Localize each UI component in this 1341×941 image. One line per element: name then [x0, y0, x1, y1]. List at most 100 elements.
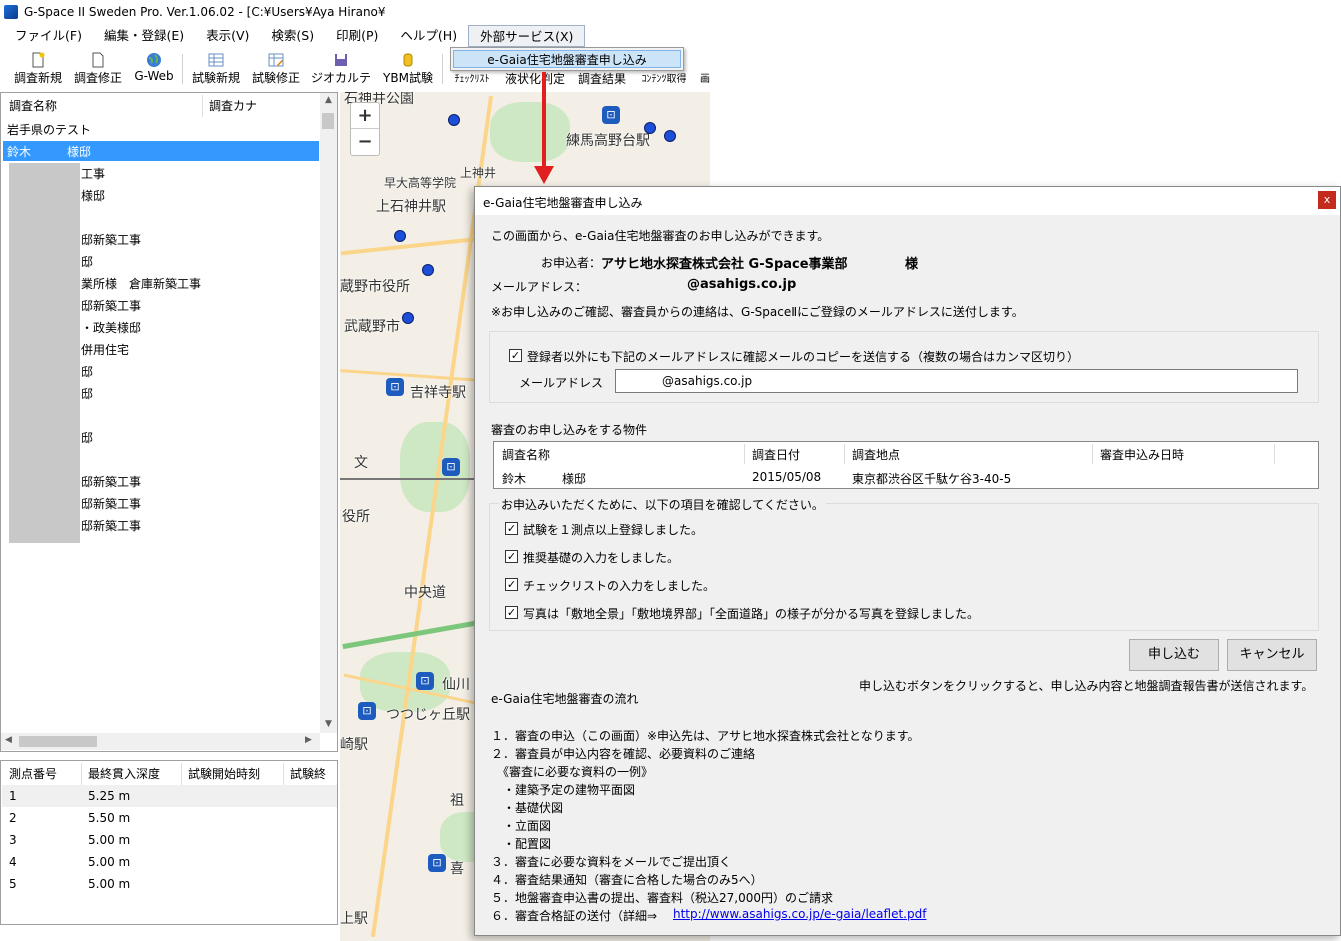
annotation-arrow-line	[542, 72, 546, 172]
menu-view[interactable]: 表示(V)	[195, 25, 260, 47]
column-header-start-time[interactable]: 試験開始時刻	[181, 763, 260, 785]
vertical-scroll-thumb[interactable]	[322, 113, 334, 129]
g-web-button[interactable]: G-Web	[130, 50, 178, 88]
confirm-checkbox-1[interactable]: ✓	[505, 522, 518, 535]
copy-email-checkbox[interactable]: ✓	[509, 349, 522, 362]
property-cell-date: 2015/05/08	[752, 470, 822, 484]
station-icon: ⊡	[386, 378, 404, 396]
point-number-cell: 2	[9, 811, 17, 825]
column-header-point-number[interactable]: 測点番号	[9, 763, 57, 785]
survey-list-row[interactable]: ・政美様邸	[81, 317, 141, 339]
menu-print[interactable]: 印刷(P)	[325, 25, 389, 47]
scroll-left-icon[interactable]: ◀	[5, 735, 12, 745]
final-depth-cell: 5.00 m	[88, 833, 131, 847]
survey-list-row[interactable]: 鈴木 様邸	[7, 141, 91, 163]
station-icon: ⊡	[442, 458, 460, 476]
menu-help[interactable]: ヘルプ(H)	[389, 25, 468, 47]
content-fetch-label: ｺﾝﾃﾝﾂ取得	[641, 74, 687, 85]
scroll-up-icon[interactable]: ▲	[320, 95, 337, 105]
applicant-label: お申込者：	[541, 256, 602, 270]
test-grid-panel: 測点番号 最終貫入深度 試験開始時刻 試験終了 1 5.25 m 2 5.50 m 3 5…	[0, 760, 338, 925]
geo-karte-button[interactable]: ジオカルテ	[308, 50, 374, 88]
copy-email-input[interactable]: @asahigs.co.jp	[615, 369, 1298, 393]
submit-button[interactable]: 申し込む	[1129, 639, 1219, 671]
survey-location-pin[interactable]	[448, 114, 460, 126]
survey-list-row[interactable]: 邸	[81, 427, 93, 449]
test-grid-row[interactable]: 4 5.00 m	[2, 851, 337, 873]
dialog-title-bar: e-Gaia住宅地盤審査申し込み x	[475, 187, 1340, 215]
survey-list-row[interactable]: 様邸	[81, 185, 105, 207]
flow-step: ５．地盤審査申込書の提出、審査料（税込27,000円）のご請求	[491, 891, 833, 905]
column-header-survey-name[interactable]: 調査名称	[9, 95, 57, 117]
notice-text: ※お申し込みのご確認、審査員からの連絡は、G-SpaceⅡにご登録のメールアドレ…	[491, 305, 1024, 319]
survey-result-label: 調査結果	[577, 72, 626, 86]
scroll-right-icon[interactable]: ▶	[305, 735, 312, 745]
survey-location-pin[interactable]	[644, 122, 656, 134]
zoom-out-button[interactable]: −	[351, 129, 379, 155]
leaflet-link[interactable]: http://www.asahigs.co.jp/e-gaia/leaflet.…	[673, 907, 926, 921]
submit-note: 申し込むボタンをクリックすると、申し込み内容と地盤調査報告書が送信されます。	[859, 679, 1314, 693]
survey-list-row[interactable]: 併用住宅	[81, 339, 129, 361]
final-depth-cell: 5.50 m	[88, 811, 131, 825]
property-header-name: 調査名称	[502, 448, 551, 462]
survey-location-pin[interactable]	[664, 130, 676, 142]
survey-list-row[interactable]: 業所様 倉庫新築工事	[81, 273, 201, 295]
confirm-checkbox-3[interactable]: ✓	[505, 578, 518, 591]
column-separator	[1092, 444, 1093, 464]
menu-external-services[interactable]: 外部サービス(X)	[468, 25, 586, 47]
survey-list-row[interactable]: 邸新築工事	[81, 493, 141, 515]
column-header-final-depth[interactable]: 最終貫入深度	[81, 763, 160, 785]
survey-list-row[interactable]: 邸新築工事	[81, 471, 141, 493]
globe-icon	[147, 53, 161, 67]
new-survey-button[interactable]: 調査新規	[10, 50, 66, 88]
horizontal-scroll-thumb[interactable]	[19, 736, 97, 747]
table-edit-icon	[268, 53, 284, 67]
egaia-application-menu-item[interactable]: e-Gaia住宅地盤審査申し込み	[453, 50, 681, 68]
survey-list-row[interactable]: 邸新築工事	[81, 229, 141, 251]
park-area	[490, 102, 570, 162]
edit-survey-label: 調査修正	[73, 71, 122, 85]
survey-list-row[interactable]: 邸	[81, 251, 93, 273]
dialog-title: e-Gaia住宅地盤審査申し込み	[483, 196, 643, 210]
survey-list-row[interactable]: 邸新築工事	[81, 515, 141, 537]
edit-test-button[interactable]: 試験修正	[248, 50, 304, 88]
survey-location-pin[interactable]	[422, 264, 434, 276]
menu-search[interactable]: 検索(S)	[260, 25, 325, 47]
toolbar-separator	[442, 54, 443, 84]
geo-karte-label: ジオカルテ	[310, 71, 371, 85]
column-header-end-time[interactable]: 試験終了	[283, 763, 337, 803]
confirm-checkbox-4[interactable]: ✓	[505, 606, 518, 619]
new-test-button[interactable]: 試験新規	[188, 50, 244, 88]
test-grid-row[interactable]: 5 5.00 m	[2, 873, 337, 895]
egaia-application-dialog: e-Gaia住宅地盤審査申し込み x この画面から、e-Gaia住宅地盤審査のお…	[474, 186, 1341, 936]
menu-file[interactable]: ファイル(F)	[4, 25, 93, 47]
survey-list-row[interactable]: 邸	[81, 361, 93, 383]
survey-list-row[interactable]: 岩手県のテスト	[7, 119, 91, 141]
map-label-station: つつじヶ丘駅	[386, 707, 470, 723]
survey-list-row[interactable]: 工事	[81, 163, 105, 185]
map-label: 蔵野市役所	[340, 279, 410, 295]
confirm-checkbox-2[interactable]: ✓	[505, 550, 518, 563]
vertical-scrollbar[interactable]: ▲ ▼	[320, 93, 337, 733]
confirm-label-1: 試験を１測点以上登録しました。	[523, 523, 704, 537]
column-header-survey-kana[interactable]: 調査カナ	[202, 95, 257, 117]
edit-survey-button[interactable]: 調査修正	[70, 50, 126, 88]
map-label-road: 中央道	[404, 585, 446, 601]
survey-location-pin[interactable]	[402, 312, 414, 324]
horizontal-scrollbar[interactable]: ◀ ▶	[1, 733, 320, 750]
cancel-button[interactable]: キャンセル	[1227, 639, 1317, 671]
ybm-test-button[interactable]: YBM試験	[378, 50, 438, 88]
zoom-in-button[interactable]: +	[351, 103, 379, 129]
menu-edit[interactable]: 編集・登録(E)	[93, 25, 195, 47]
save-disk-icon	[335, 54, 347, 66]
test-grid-row[interactable]: 3 5.00 m	[2, 829, 337, 851]
test-grid-row[interactable]: 1 5.25 m	[2, 785, 337, 807]
flow-step: ・立面図	[491, 819, 552, 833]
survey-list-row[interactable]: 邸	[81, 383, 93, 405]
scroll-down-icon[interactable]: ▼	[320, 719, 337, 729]
survey-location-pin[interactable]	[394, 230, 406, 242]
test-grid-row[interactable]: 2 5.50 m	[2, 807, 337, 829]
app-icon	[4, 5, 18, 19]
close-button[interactable]: x	[1318, 191, 1336, 209]
survey-list-row[interactable]: 邸新築工事	[81, 295, 141, 317]
